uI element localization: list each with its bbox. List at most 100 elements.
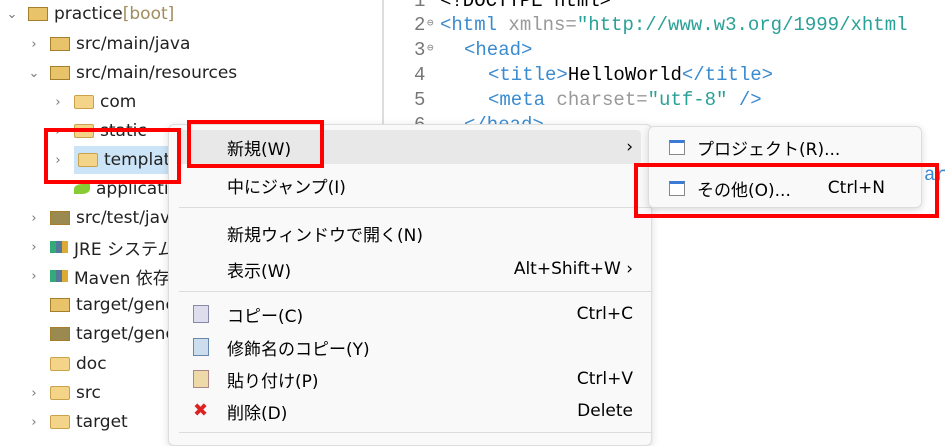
chevron-down-icon[interactable]: ⌄	[26, 66, 42, 81]
library-icon	[50, 241, 68, 253]
tree-item-maven[interactable]: › Maven 依存	[26, 262, 169, 290]
folder-icon	[74, 124, 94, 138]
code-tag: <meta	[488, 89, 546, 111]
code-tag: <html	[440, 14, 498, 36]
paste-icon	[193, 370, 209, 388]
line-number: 5	[414, 89, 426, 111]
tree-item-src[interactable]: › src	[26, 379, 101, 407]
source-folder-icon	[50, 66, 70, 80]
source-folder-icon	[50, 37, 70, 51]
menu-item-project[interactable]: プロジェクト(R)...	[655, 130, 915, 164]
menu-item-go-into[interactable]: 中にジャンプ(I)	[179, 168, 641, 202]
chevron-down-icon[interactable]: ⌄	[4, 7, 20, 22]
tree-item-application[interactable]: applicati	[50, 175, 169, 203]
tree-item-suffix: [boot]	[122, 4, 175, 24]
tree-item-src-main-resources[interactable]: ⌄ src/main/resources	[26, 59, 238, 87]
chevron-right-icon[interactable]: ›	[50, 95, 66, 110]
menu-item-label: 削除(D)	[227, 403, 288, 424]
tree-item-target-generated[interactable]: target/gene	[26, 320, 176, 348]
code-attr: charset=	[545, 89, 648, 111]
source-folder-icon	[50, 327, 70, 341]
tree-item-label: applicati	[96, 179, 169, 199]
tree-item-com[interactable]: › com	[50, 88, 136, 116]
tree-item-label: src	[76, 383, 101, 403]
project-icon	[28, 7, 48, 21]
tree-item-label: doc	[76, 354, 107, 374]
tree-item-static[interactable]: › static	[50, 117, 147, 145]
chevron-right-icon[interactable]: ›	[26, 211, 42, 226]
tree-item-src-test-java[interactable]: › src/test/java	[26, 204, 181, 232]
tree-item-label: src/test/java	[76, 208, 181, 228]
menu-item-copy[interactable]: コピー(C) Ctrl+C	[179, 297, 641, 331]
menu-item-show-in[interactable]: 表示(W) Alt+Shift+W ›	[179, 252, 641, 286]
code-line: <meta charset="utf-8" />	[488, 89, 762, 111]
chevron-right-icon[interactable]: ›	[26, 386, 42, 401]
chevron-right-icon[interactable]: ›	[50, 124, 66, 139]
library-icon	[50, 270, 68, 282]
folder-icon	[78, 153, 98, 167]
chevron-right-icon[interactable]: ›	[26, 415, 42, 430]
menu-item-shortcut: Ctrl+V	[576, 369, 633, 389]
menu-item-delete[interactable]: ✖ 削除(D) Delete	[179, 394, 641, 428]
menu-item-shortcut: Ctrl+N	[827, 178, 885, 198]
chevron-right-icon[interactable]: ›	[26, 37, 42, 52]
menu-item-label: 新規(W)	[227, 139, 292, 160]
tree-item-label: practice	[54, 4, 123, 24]
code-attr: xmlns=	[497, 14, 577, 36]
menu-item-open-new-window[interactable]: 新規ウィンドウで開く(N)	[179, 216, 641, 250]
folder-icon	[74, 95, 94, 109]
line-number: 1	[414, 0, 426, 12]
chevron-right-icon[interactable]: ›	[50, 153, 66, 168]
folder-icon	[50, 415, 70, 429]
delete-icon: ✖	[193, 400, 209, 421]
menu-item-other[interactable]: その他(O)... Ctrl+N	[655, 171, 915, 205]
source-folder-icon	[50, 298, 70, 312]
fold-icon[interactable]: ⊖	[427, 41, 434, 55]
new-submenu: プロジェクト(R)... その他(O)... Ctrl+N	[648, 126, 922, 208]
line-number: 4	[414, 64, 426, 86]
tree-item-doc[interactable]: doc	[26, 350, 107, 378]
menu-item-paste[interactable]: 貼り付け(P) Ctrl+V	[179, 362, 641, 396]
menu-item-label: プロジェクト(R)...	[697, 139, 841, 160]
tree-item-template[interactable]: › template	[50, 146, 185, 174]
new-wizard-icon	[669, 139, 685, 155]
line-number: 3	[414, 39, 426, 61]
code-tag: <title>	[488, 64, 568, 86]
code-line: ar	[924, 164, 945, 186]
menu-item-label: 貼り付け(P)	[227, 371, 319, 392]
code-line: <title>HelloWorld</title>	[488, 64, 773, 86]
tree-item-label: src/main/resources	[76, 63, 238, 83]
menu-item-label: 新規ウィンドウで開く(N)	[227, 225, 423, 246]
code-line: <!DOCTYPE html>	[440, 0, 611, 12]
new-wizard-icon	[669, 180, 685, 196]
menu-item-label: 中にジャンプ(I)	[227, 177, 346, 198]
tree-item-practice[interactable]: ⌄ practice [boot]	[4, 0, 175, 28]
chevron-right-icon[interactable]: ›	[26, 269, 42, 284]
fold-icon[interactable]: ⊖	[427, 16, 434, 30]
tree-item-label: target/gene	[76, 324, 176, 344]
chevron-right-icon[interactable]: ›	[26, 240, 42, 255]
tree-item-label: static	[100, 121, 147, 141]
tree-item-target-generated[interactable]: target/gene	[26, 291, 176, 319]
tree-item-target[interactable]: › target	[26, 408, 128, 436]
spring-leaf-icon	[74, 184, 90, 194]
menu-item-label: 表示(W)	[227, 261, 292, 282]
menu-item-label: その他(O)...	[697, 180, 791, 201]
code-text: HelloWorld	[567, 64, 682, 86]
tree-item-label: target/gene	[76, 295, 176, 315]
tree-item-label: target	[76, 412, 128, 432]
context-menu: 新規(W) › 中にジャンプ(I) 新規ウィンドウで開く(N) 表示(W) Alt+…	[168, 124, 652, 446]
line-number: 2	[414, 14, 426, 36]
menu-separator	[179, 207, 651, 208]
code-tag: ar	[924, 164, 945, 186]
menu-item-new[interactable]: 新規(W) ›	[179, 130, 641, 164]
code-tag: </title>	[681, 64, 774, 86]
folder-icon	[50, 357, 70, 371]
tree-item-src-main-java[interactable]: › src/main/java	[26, 30, 190, 58]
code-line: <html xmlns="http://www.w3.org/1999/xhtm…	[440, 14, 908, 36]
code-string: "utf-8"	[647, 89, 728, 111]
copy-qualified-icon	[193, 338, 209, 356]
code-tag: />	[727, 89, 762, 111]
menu-item-copy-qualified-name[interactable]: 修飾名のコピー(Y)	[179, 330, 641, 364]
tree-item-jre[interactable]: › JRE システム・	[26, 233, 191, 261]
